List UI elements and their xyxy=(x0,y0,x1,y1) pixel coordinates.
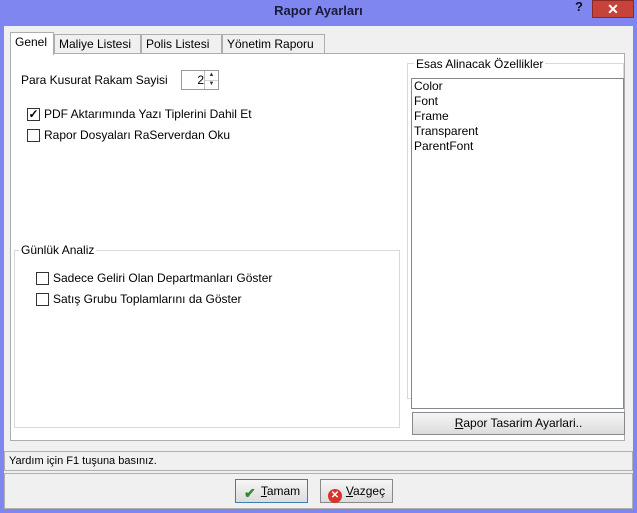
list-item[interactable]: Transparent xyxy=(412,124,623,139)
ok-button[interactable]: ✔ Tamam xyxy=(235,479,308,503)
status-bar: Yardım için F1 tuşuna basınız. xyxy=(4,451,633,471)
raserver-checkbox[interactable] xyxy=(27,129,40,142)
button-bar: ✔ Tamam ✕ Vazgeç xyxy=(4,473,633,509)
rapor-tasarim-label: apor Tasarim Ayarlari.. xyxy=(463,416,583,430)
satis-grubu-label[interactable]: Satış Grubu Toplamlarını da Göster xyxy=(53,292,242,306)
cancel-button[interactable]: ✕ Vazgeç xyxy=(320,479,393,503)
genel-panel: Para Kusurat Rakam Sayisi 2 ▲ ▼ ✓ PDF Ak… xyxy=(10,53,625,441)
ozellikler-title: Esas Alinacak Özellikler xyxy=(414,57,546,71)
para-kusurat-stepper[interactable]: 2 ▲ ▼ xyxy=(181,70,219,90)
list-item[interactable]: Font xyxy=(412,94,623,109)
rapor-tasarim-button[interactable]: Rapor Tasarim Ayarlari.. xyxy=(412,412,625,435)
ok-label: amam xyxy=(266,484,301,498)
window-title: Rapor Ayarları xyxy=(274,3,363,18)
ozellikler-list[interactable]: Color Font Frame Transparent ParentFont xyxy=(411,78,624,409)
tab-yonetim-raporu[interactable]: Yönetim Raporu xyxy=(222,34,325,54)
status-text: Yardım için F1 tuşuna basınız. xyxy=(9,455,157,467)
cancel-mnemonic: V xyxy=(345,484,354,498)
close-icon: ✕ xyxy=(607,1,619,17)
list-item[interactable]: ParentFont xyxy=(412,139,623,154)
para-kusurat-value[interactable]: 2 xyxy=(182,73,204,87)
tab-polis-listesi[interactable]: Polis Listesi xyxy=(141,34,222,54)
spin-down-icon[interactable]: ▼ xyxy=(205,80,218,89)
stepper-buttons: ▲ ▼ xyxy=(204,71,218,89)
para-kusurat-label: Para Kusurat Rakam Sayisi xyxy=(21,73,168,87)
list-item[interactable]: Frame xyxy=(412,109,623,124)
list-item[interactable]: Color xyxy=(412,79,623,94)
pdf-fonts-label[interactable]: PDF Aktarımında Yazı Tiplerini Dahil Et xyxy=(44,107,252,121)
close-button[interactable]: ✕ xyxy=(592,0,634,18)
sadece-geliri-checkbox[interactable] xyxy=(36,272,49,285)
cancel-icon: ✕ xyxy=(327,489,342,503)
checkmark-icon: ✔ xyxy=(243,485,256,501)
tab-maliye-listesi[interactable]: Maliye Listesi xyxy=(54,34,141,54)
help-icon[interactable]: ? xyxy=(570,0,588,16)
pdf-fonts-checkbox[interactable]: ✓ xyxy=(27,108,40,121)
gunluk-analiz-title: Günlük Analiz xyxy=(19,243,97,257)
title-bar[interactable]: Rapor Ayarları ? ✕ xyxy=(0,0,637,22)
dialog-window: Rapor Ayarları ? ✕ Genel Maliye Listesi … xyxy=(0,0,637,513)
satis-grubu-checkbox[interactable] xyxy=(36,293,49,306)
raserver-label[interactable]: Rapor Dosyaları RaServerdan Oku xyxy=(44,128,230,142)
sadece-geliri-label[interactable]: Sadece Geliri Olan Departmanları Göster xyxy=(53,271,272,285)
dialog-body: Genel Maliye Listesi Polis Listesi Yönet… xyxy=(4,26,633,509)
cancel-label: azgeç xyxy=(353,484,386,498)
tab-genel[interactable]: Genel xyxy=(10,32,54,55)
